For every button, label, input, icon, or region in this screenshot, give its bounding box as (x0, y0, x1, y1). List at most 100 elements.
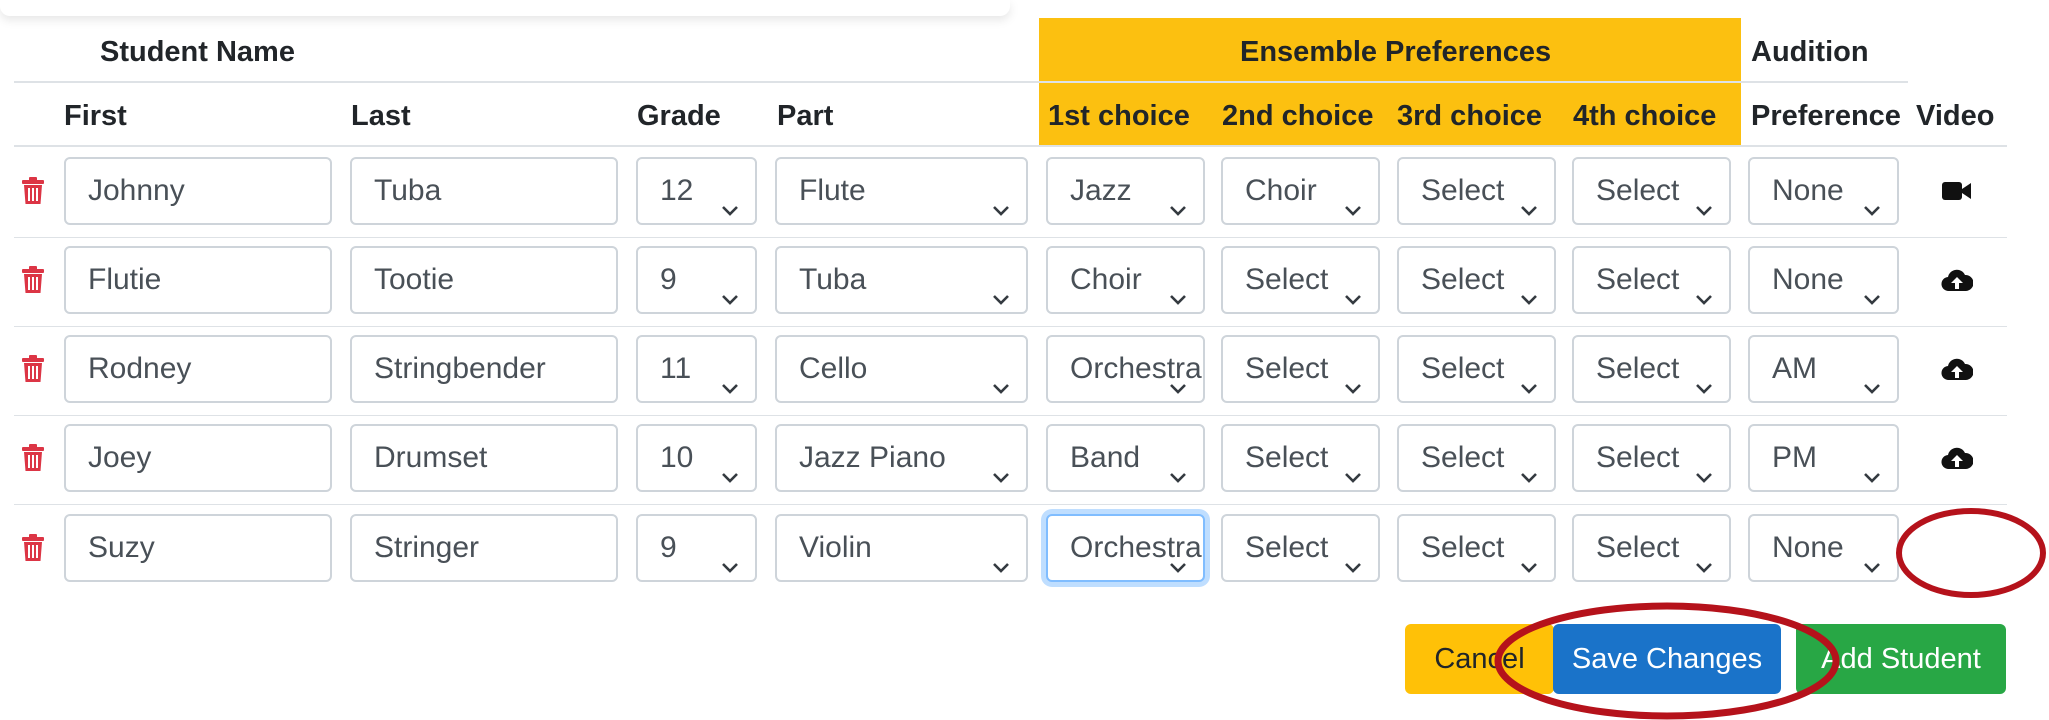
part-select-value: Jazz Piano (799, 441, 946, 474)
column-header-video: Video (1916, 100, 1995, 132)
choice1-select-value: Jazz (1070, 174, 1132, 207)
trash-icon[interactable] (22, 444, 44, 472)
first-name-input-value: Flutie (88, 263, 162, 296)
first-name-input[interactable]: Rodney (64, 335, 332, 403)
choice2-select[interactable]: Select (1221, 246, 1380, 314)
choice1-select[interactable]: Band (1046, 424, 1205, 492)
choice3-select-value: Select (1421, 531, 1505, 564)
chevron-down-icon (719, 181, 741, 216)
chevron-down-icon (1518, 181, 1540, 216)
column-header-last: Last (351, 100, 411, 132)
column-header-choice3: 3rd choice (1397, 100, 1543, 132)
trash-icon[interactable] (22, 534, 44, 562)
cloud-upload-icon[interactable] (1941, 357, 1974, 386)
last-name-input[interactable]: Drumset (350, 424, 618, 492)
grade-select[interactable]: 9 (636, 514, 757, 582)
last-name-input[interactable]: Tootie (350, 246, 618, 314)
chevron-down-icon (1861, 181, 1883, 216)
chevron-down-icon (719, 448, 741, 483)
grade-select-value: 9 (660, 531, 677, 564)
choice4-select-value: Select (1596, 441, 1680, 474)
grade-select[interactable]: 9 (636, 246, 757, 314)
column-header-choice1: 1st choice (1048, 100, 1190, 132)
chevron-down-icon (1342, 181, 1364, 216)
part-select[interactable]: Jazz Piano (775, 424, 1028, 492)
video-camera-icon[interactable] (1942, 181, 1972, 206)
first-name-input[interactable]: Suzy (64, 514, 332, 582)
part-select-value: Cello (799, 352, 868, 385)
part-select[interactable]: Cello (775, 335, 1028, 403)
choice2-select[interactable]: Select (1221, 424, 1380, 492)
trash-icon[interactable] (22, 355, 44, 383)
last-name-input[interactable]: Tuba (350, 157, 618, 225)
choice1-select[interactable]: Choir (1046, 246, 1205, 314)
trash-icon[interactable] (22, 266, 44, 294)
part-select[interactable]: Flute (775, 157, 1028, 225)
chevron-down-icon (990, 270, 1012, 305)
audition-preference-select-value: None (1772, 174, 1844, 207)
choice3-select[interactable]: Select (1397, 514, 1556, 582)
row-divider (14, 326, 2007, 327)
annotation-circle-save (1494, 602, 1840, 720)
audition-preference-select[interactable]: None (1748, 514, 1899, 582)
choice4-select-value: Select (1596, 352, 1680, 385)
first-name-input[interactable]: Johnny (64, 157, 332, 225)
chevron-down-icon (1861, 448, 1883, 483)
first-name-input[interactable]: Flutie (64, 246, 332, 314)
choice3-select[interactable]: Select (1397, 157, 1556, 225)
choice2-select[interactable]: Select (1221, 335, 1380, 403)
chevron-down-icon (1342, 359, 1364, 394)
choice4-select[interactable]: Select (1572, 246, 1731, 314)
choice3-select-value: Select (1421, 352, 1505, 385)
choice3-select-value: Select (1421, 263, 1505, 296)
choice3-select[interactable]: Select (1397, 335, 1556, 403)
grade-select[interactable]: 10 (636, 424, 757, 492)
choice2-select-value: Select (1245, 352, 1329, 385)
chevron-down-icon (1167, 448, 1189, 483)
trash-icon[interactable] (22, 177, 44, 205)
choice3-select[interactable]: Select (1397, 246, 1556, 314)
chevron-down-icon (1693, 448, 1715, 483)
chevron-down-icon (719, 359, 741, 394)
chevron-down-icon (1861, 359, 1883, 394)
choice1-select[interactable]: Orchestra (1046, 514, 1205, 582)
part-select[interactable]: Tuba (775, 246, 1028, 314)
chevron-down-icon (1518, 448, 1540, 483)
chevron-down-icon (1342, 538, 1364, 573)
last-name-input[interactable]: Stringbender (350, 335, 618, 403)
part-select[interactable]: Violin (775, 514, 1028, 582)
choice4-select[interactable]: Select (1572, 335, 1731, 403)
audition-preference-select[interactable]: None (1748, 246, 1899, 314)
audition-preference-select[interactable]: PM (1748, 424, 1899, 492)
first-name-input-value: Suzy (88, 531, 155, 564)
chevron-down-icon (1861, 538, 1883, 573)
choice1-select-value: Band (1070, 441, 1141, 474)
choice1-select[interactable]: Jazz (1046, 157, 1205, 225)
choice4-select[interactable]: Select (1572, 157, 1731, 225)
choice2-select-value: Select (1245, 531, 1329, 564)
row-divider (14, 415, 2007, 416)
choice1-select[interactable]: Orchestra (1046, 335, 1205, 403)
cloud-upload-icon[interactable] (1941, 268, 1974, 297)
first-name-input[interactable]: Joey (64, 424, 332, 492)
chevron-down-icon (990, 448, 1012, 483)
chevron-down-icon (1693, 359, 1715, 394)
last-name-input[interactable]: Stringer (350, 514, 618, 582)
audition-preference-select-value: AM (1772, 352, 1817, 385)
choice4-select[interactable]: Select (1572, 514, 1731, 582)
audition-preference-select[interactable]: AM (1748, 335, 1899, 403)
choice3-select[interactable]: Select (1397, 424, 1556, 492)
choice2-select[interactable]: Select (1221, 514, 1380, 582)
grade-select[interactable]: 11 (636, 335, 757, 403)
grade-select[interactable]: 12 (636, 157, 757, 225)
choice2-select[interactable]: Choir (1221, 157, 1380, 225)
audition-preference-select[interactable]: None (1748, 157, 1899, 225)
audition-group-header: Audition (1751, 36, 1869, 68)
cloud-upload-icon[interactable] (1941, 446, 1974, 475)
choice4-select-value: Select (1596, 263, 1680, 296)
part-select-value: Violin (799, 531, 872, 564)
choice4-select[interactable]: Select (1572, 424, 1731, 492)
chevron-down-icon (1693, 270, 1715, 305)
choice2-select-value: Select (1245, 263, 1329, 296)
audition-preference-select-value: None (1772, 263, 1844, 296)
